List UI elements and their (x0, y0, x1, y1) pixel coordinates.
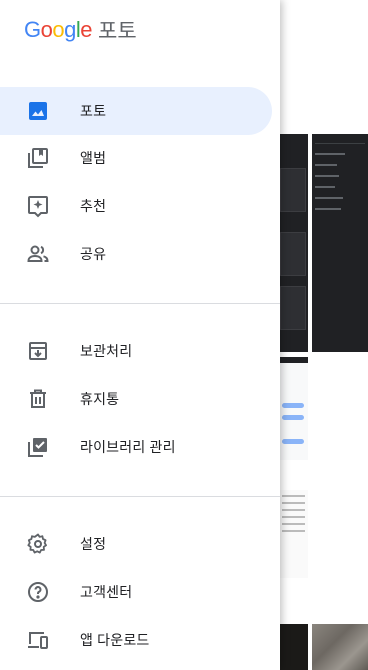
photo-thumbnail[interactable] (312, 134, 368, 352)
nav-item-download-app[interactable]: 앱 다운로드 (0, 616, 272, 664)
google-logo: Google (24, 17, 93, 42)
divider (0, 496, 280, 497)
nav-item-suggestions[interactable]: 추천 (0, 182, 272, 230)
nav-label: 고객센터 (80, 584, 133, 600)
nav-label: 추천 (80, 198, 107, 214)
devices-icon (26, 628, 50, 652)
photo-thumbnail[interactable] (278, 357, 308, 460)
navigation-drawer: Google 포토 포토 앨범 추천 공유 보관처리 휴지통 라이브러리 관리 … (0, 0, 280, 670)
settings-icon (26, 532, 50, 556)
album-icon (26, 146, 50, 170)
nav-item-archive[interactable]: 보관처리 (0, 327, 272, 375)
help-icon (26, 580, 50, 604)
nav-label: 포토 (80, 103, 107, 119)
people-icon (26, 242, 50, 266)
nav-item-settings[interactable]: 설정 (0, 520, 272, 568)
nav-label: 라이브러리 관리 (80, 439, 176, 455)
trash-icon (26, 387, 50, 411)
nav-label: 보관처리 (80, 343, 133, 359)
nav-label: 앨범 (80, 150, 107, 166)
nav-label: 앱 다운로드 (80, 632, 150, 648)
archive-icon (26, 339, 50, 363)
nav-item-sharing[interactable]: 공유 (0, 230, 272, 278)
nav-item-trash[interactable]: 휴지통 (0, 375, 272, 423)
photo-thumbnail[interactable] (278, 624, 308, 670)
photo-thumbnail[interactable] (278, 490, 308, 578)
divider (0, 303, 280, 304)
nav-item-albums[interactable]: 앨범 (0, 134, 272, 182)
nav-item-manage-library[interactable]: 라이브러리 관리 (0, 423, 272, 471)
app-brand[interactable]: Google 포토 (24, 16, 137, 44)
photo-thumbnail[interactable] (278, 134, 308, 352)
photo-thumbnail[interactable] (312, 624, 368, 670)
library-manage-icon (26, 435, 50, 459)
nav-label: 휴지통 (80, 391, 120, 407)
nav-item-help[interactable]: 고객센터 (0, 568, 272, 616)
photo-icon (26, 99, 50, 123)
assistant-icon (26, 194, 50, 218)
nav-label: 공유 (80, 246, 107, 262)
nav-label: 설정 (80, 536, 107, 552)
product-name: 포토 (98, 20, 137, 43)
nav-item-photos[interactable]: 포토 (0, 87, 272, 135)
